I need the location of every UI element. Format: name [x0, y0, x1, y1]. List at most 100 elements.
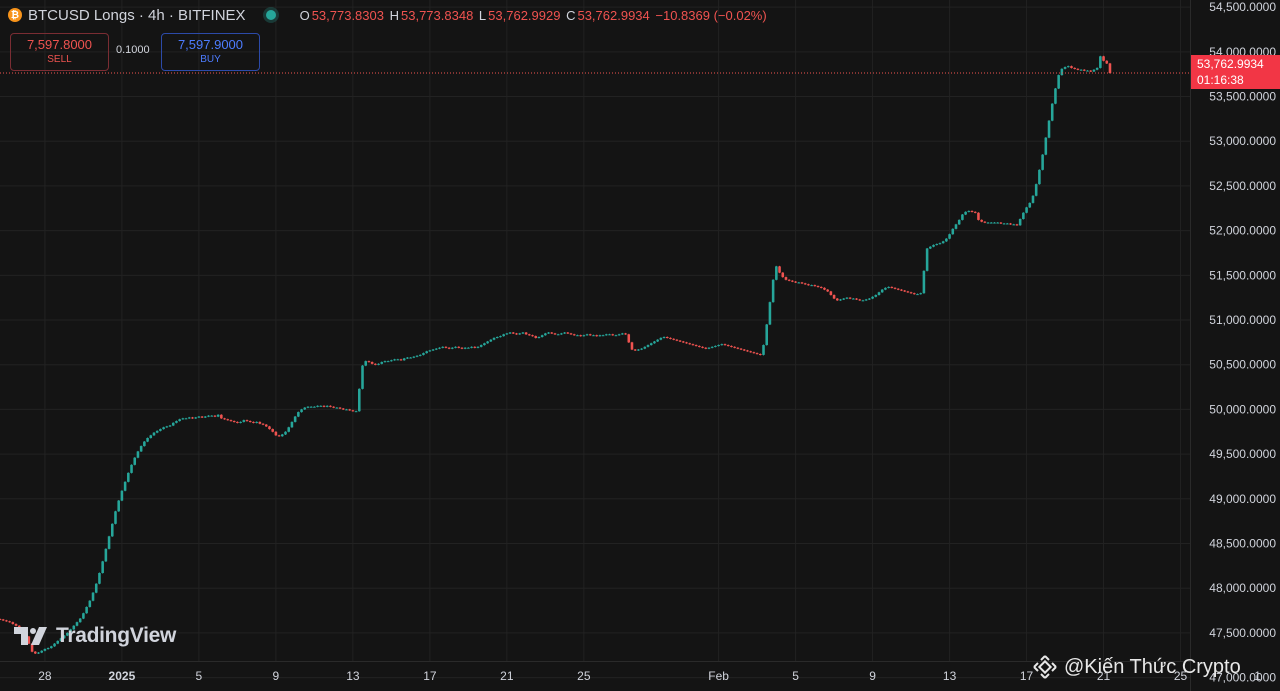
price-tick-label: 53,000.0000 [1209, 134, 1276, 148]
candle-body [749, 351, 752, 353]
candle-body [755, 353, 759, 355]
candle-body [300, 409, 303, 413]
candle-body [659, 337, 663, 340]
candle-body [242, 420, 246, 422]
candle-body [152, 432, 156, 436]
candle-body [967, 210, 971, 212]
candle-body [861, 300, 865, 302]
price-tick-label: 50,500.0000 [1209, 358, 1276, 372]
candle-body [547, 332, 550, 334]
candle-body [329, 405, 332, 407]
candle-body [524, 332, 528, 335]
candle-body [896, 288, 900, 290]
candle-body [505, 333, 509, 335]
candle-body [499, 336, 502, 338]
candle-body [393, 359, 396, 361]
candle-body [479, 345, 483, 347]
tradingview-logo-text: TradingView [56, 624, 177, 647]
candle-body [797, 282, 801, 284]
candle-body [1034, 184, 1038, 196]
candle-body [810, 285, 813, 287]
candle-body [611, 334, 615, 336]
price-tick-label: 49,000.0000 [1209, 492, 1276, 506]
candle-body [204, 416, 207, 418]
candle-body [130, 464, 133, 473]
price-tick-label: 52,000.0000 [1209, 224, 1276, 238]
candle-body [893, 287, 897, 289]
candle-body [787, 279, 791, 281]
candle-body [85, 606, 88, 614]
candle-body [884, 287, 887, 290]
high-label: H [389, 7, 399, 23]
candle-body [643, 346, 647, 349]
symbol-title[interactable]: BTCUSD Longs · 4h · BITFINEX [28, 7, 246, 24]
candle-body [694, 345, 698, 347]
candle-body [492, 337, 496, 340]
candle-body [1002, 223, 1006, 225]
candle-body [261, 423, 265, 425]
candle-body [123, 481, 127, 491]
candle-body [143, 441, 146, 447]
candle-body [868, 298, 871, 300]
candle-body [964, 211, 967, 215]
candle-body [1018, 219, 1022, 226]
bitcoin-icon: ₿ [8, 8, 22, 22]
candle-body [544, 333, 547, 336]
candle-body [274, 431, 278, 436]
tradingview-logo[interactable]: TradingView [14, 624, 176, 648]
candle-body [94, 583, 98, 593]
candle-body [909, 292, 913, 294]
time-tick-label: 25 [577, 669, 591, 683]
candle-body [309, 406, 313, 408]
candle-body [935, 244, 939, 246]
candle-body [216, 414, 220, 417]
candle-body [1076, 68, 1080, 70]
candle-body [5, 620, 8, 622]
candle-body [569, 333, 573, 335]
candle-body [232, 421, 236, 423]
candle-body [184, 418, 188, 420]
candle-body [537, 337, 541, 339]
candle-body [1108, 63, 1112, 74]
buy-button[interactable]: 7,597.9000 BUY [161, 33, 260, 71]
candle-body [338, 407, 342, 409]
candle-body [383, 361, 387, 363]
candle-body [297, 412, 300, 417]
candle-body [146, 438, 149, 442]
candle-body [704, 347, 708, 349]
sell-button[interactable]: 7,597.8000 SELL [10, 33, 109, 71]
candle-body [598, 335, 602, 337]
candle-body [386, 361, 390, 363]
time-tick-label: 13 [943, 669, 957, 683]
time-tick-label: 28 [38, 669, 52, 683]
candle-body [903, 290, 906, 292]
candle-body [1031, 195, 1035, 203]
candle-body [585, 334, 589, 336]
candle-body [890, 286, 894, 288]
candle-body [287, 427, 291, 432]
candle-body [759, 353, 762, 355]
candle-body [271, 429, 274, 432]
candle-body [194, 417, 197, 419]
candle-body [640, 348, 643, 350]
price-tick-label: 48,500.0000 [1209, 537, 1276, 551]
market-open-icon [265, 10, 276, 20]
candle-body [925, 248, 929, 271]
candle-body [444, 346, 448, 348]
candle-body [358, 388, 361, 412]
price-chart[interactable]: 54,500.000054,000.000053,500.000053,000.… [0, 0, 1280, 691]
candle-body [803, 283, 807, 285]
order-quantity[interactable]: 0.1000 [116, 44, 150, 56]
candle-body [341, 408, 345, 410]
candle-body [467, 347, 470, 349]
candle-body [377, 363, 380, 365]
candle-body [133, 457, 137, 465]
price-tick-label: 51,000.0000 [1209, 313, 1276, 327]
candle-body [938, 243, 942, 245]
candle-body [621, 333, 624, 335]
candle-body [672, 338, 675, 340]
candle-body [486, 341, 489, 344]
price-tick-label: 54,500.0000 [1209, 0, 1276, 14]
candle-body [248, 421, 252, 423]
candle-body [78, 618, 82, 623]
